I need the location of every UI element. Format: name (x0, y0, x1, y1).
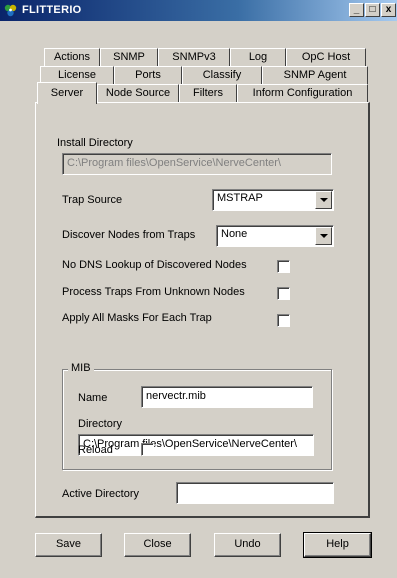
mib-group-label: MIB (68, 362, 94, 374)
trap-source-label: Trap Source (62, 194, 123, 206)
tab-ports[interactable]: Ports (114, 66, 182, 85)
close-button[interactable]: x (381, 3, 396, 17)
tab-actions[interactable]: Actions (44, 48, 100, 67)
tab-row-3: Server Node Source Filters Inform Config… (0, 82, 397, 104)
save-button-label: Save (55, 538, 82, 550)
minimize-button[interactable]: _ (349, 3, 364, 17)
install-directory-label: Install Directory (57, 137, 133, 149)
close-button-label: Close (143, 538, 172, 550)
help-button[interactable]: Help (303, 532, 372, 558)
save-button[interactable]: Save (35, 533, 102, 557)
close-dialog-button[interactable]: Close (124, 533, 191, 557)
tab-inform-configuration[interactable]: Inform Configuration (237, 84, 368, 103)
discover-nodes-label: Discover Nodes from Traps (62, 229, 196, 241)
tab-log[interactable]: Log (230, 48, 286, 67)
undo-button[interactable]: Undo (214, 533, 281, 557)
chevron-down-icon[interactable] (315, 227, 332, 245)
undo-button-label: Undo (234, 538, 261, 550)
no-dns-checkbox[interactable] (277, 260, 290, 273)
mib-directory-field[interactable]: C:\Program files\OpenService\NerveCenter… (78, 434, 314, 456)
app-icon (4, 4, 17, 17)
mib-reload-label: Reload (78, 444, 113, 456)
tab-snmpv3[interactable]: SNMPv3 (158, 48, 230, 67)
mib-reload-checkbox[interactable] (141, 443, 154, 456)
maximize-button[interactable]: □ (365, 3, 380, 17)
mib-name-field[interactable]: nervectr.mib (141, 386, 313, 408)
install-directory-field[interactable]: C:\Program files\OpenService\NerveCenter… (62, 153, 332, 175)
apply-masks-checkbox[interactable] (277, 314, 290, 327)
active-directory-label: Active Directory (62, 488, 140, 500)
tab-row-1: Actions SNMP SNMPv3 Log OpC Host (0, 48, 397, 68)
trap-source-value: MSTRAP (217, 192, 263, 204)
title-bar[interactable]: FLITTERIO _ □ x (0, 0, 397, 21)
active-directory-field[interactable] (176, 482, 334, 504)
tab-opc-host[interactable]: OpC Host (286, 48, 366, 67)
tab-node-source[interactable]: Node Source (97, 84, 179, 103)
tab-server[interactable]: Server (37, 82, 97, 104)
no-dns-label: No DNS Lookup of Discovered Nodes (62, 259, 247, 271)
process-traps-checkbox[interactable] (277, 287, 290, 300)
tab-filters[interactable]: Filters (179, 84, 237, 103)
process-traps-label: Process Traps From Unknown Nodes (62, 286, 245, 298)
trap-source-select[interactable]: MSTRAP (212, 189, 334, 211)
help-button-label: Help (326, 538, 349, 550)
discover-nodes-select[interactable]: None (216, 225, 334, 247)
window-title: FLITTERIO (22, 4, 82, 16)
mib-directory-label: Directory (78, 418, 123, 430)
discover-nodes-value: None (221, 228, 248, 240)
chevron-down-icon[interactable] (315, 191, 332, 209)
tab-classify[interactable]: Classify (182, 66, 262, 85)
apply-masks-label: Apply All Masks For Each Trap (62, 312, 212, 324)
mib-name-label: Name (78, 392, 108, 404)
tab-snmp-agent[interactable]: SNMP Agent (262, 66, 368, 85)
tab-snmp[interactable]: SNMP (100, 48, 158, 67)
